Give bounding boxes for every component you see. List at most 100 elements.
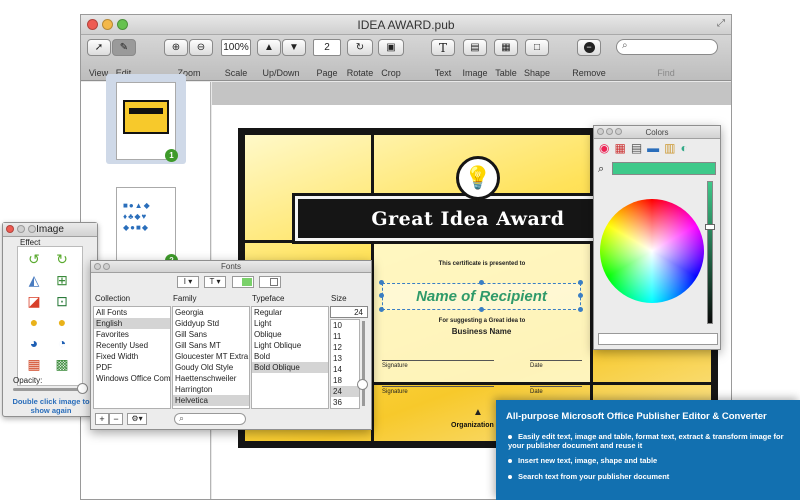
resize-handle[interactable] [379,307,384,312]
scale-field[interactable]: 100% [221,39,251,56]
crayons-mode-icon[interactable]: ▥ [664,141,680,155]
list-item[interactable]: Light [252,318,328,329]
resize-handle[interactable] [379,280,384,285]
insert-shape-button[interactable]: □ [525,39,549,56]
list-item[interactable]: Oblique [252,329,328,340]
list-item[interactable]: Bold Oblique [252,362,328,373]
list-item[interactable]: 11 [331,331,359,342]
minimize-panel-button[interactable] [103,263,110,270]
list-item[interactable]: Helvetica [173,395,249,406]
color-wheel-mode-icon[interactable]: ◉ [599,141,614,155]
remove-collection-button[interactable]: − [109,413,123,425]
size-slider-track[interactable] [362,321,365,406]
color-wheel[interactable] [600,199,704,303]
crop-icon[interactable]: ⊡ [53,292,71,310]
list-item[interactable]: English [94,318,170,329]
page-down-button[interactable]: ▼ [282,39,306,56]
zoom-in-button[interactable]: ⊕ [164,39,188,56]
list-item[interactable]: Recently Used [94,340,170,351]
font-search-input[interactable]: ⌕ [174,413,246,425]
rotate-right-icon[interactable]: ↻ [53,250,71,268]
close-panel-button[interactable] [6,225,14,233]
action-menu-button[interactable]: ⚙▾ [127,413,147,425]
rotate-button[interactable]: ↻ [347,39,373,56]
opacity-slider-thumb[interactable] [77,383,88,394]
insert-image-button[interactable]: ▤ [463,39,487,56]
list-item[interactable]: Goudy Old Style [173,362,249,373]
list-item[interactable]: 13 [331,353,359,364]
view-button[interactable]: ➚ [87,39,111,56]
list-item[interactable]: Regular [252,307,328,318]
grid-add-icon[interactable]: ▩ [53,355,71,373]
rotate-left-icon[interactable]: ↺ [25,250,43,268]
pie-icon[interactable]: ◕ [25,334,43,352]
resize-handle[interactable] [479,280,484,285]
list-item[interactable]: Windows Office Comp [94,373,170,384]
zoom-out-button[interactable]: ⊖ [189,39,213,56]
zoom-panel-button[interactable] [615,128,622,135]
bulb-icon-2[interactable]: ● [53,313,71,331]
list-item[interactable]: Bold [252,351,328,362]
image-palettes-mode-icon[interactable]: ▬ [647,141,664,155]
page-thumbnail-2[interactable]: ■●▲◆♦♣◆♥◆●■◆ 2 [116,187,178,267]
list-item[interactable]: 24 [331,386,359,397]
palettes-mode-icon[interactable]: ▤ [631,141,647,155]
list-item[interactable]: 10 [331,320,359,331]
lightbulb-icon[interactable]: 💡 [456,156,500,200]
fullscreen-icon[interactable]: ⤢ [717,18,725,29]
resize-handle[interactable] [578,293,583,298]
list-item[interactable]: Harrington [173,384,249,395]
color-swap-icon[interactable]: ◪ [25,292,43,310]
business-name[interactable]: Business Name [382,327,581,336]
pie-icon-2[interactable]: ◔ [53,334,71,352]
page-up-button[interactable]: ▲ [257,39,281,56]
current-color-swatch[interactable] [612,162,716,175]
bulb-icon[interactable]: ● [25,313,43,331]
add-collection-button[interactable]: + [95,413,109,425]
resize-handle[interactable] [479,307,484,312]
list-item[interactable]: Gill Sans [173,329,249,340]
document-color-button[interactable] [259,276,281,288]
list-item[interactable]: Gill Sans MT [173,340,249,351]
list-item[interactable]: 36 [331,397,359,408]
award-title[interactable]: Great Idea Award [292,193,644,244]
insert-table-button[interactable]: ▦ [494,39,518,56]
resize-handle[interactable] [379,293,384,298]
minimize-panel-button[interactable] [606,128,613,135]
magnifier-icon[interactable]: ⌕ [598,163,604,176]
list-item[interactable]: Georgia [173,307,249,318]
size-input[interactable]: 24 [330,306,368,318]
list-item[interactable]: 14 [331,364,359,375]
color-swatches-row[interactable] [598,333,718,345]
strikethrough-button[interactable]: T ▾ [204,276,226,288]
insert-text-button[interactable]: T [431,39,455,56]
list-item[interactable]: Giddyup Std [173,318,249,329]
resize-handle[interactable] [578,307,583,312]
minimize-panel-button[interactable] [17,225,25,233]
family-list[interactable]: Georgia Giddyup Std Gill Sans Gill Sans … [172,306,250,409]
page-field[interactable]: 2 [313,39,341,56]
collection-list[interactable]: All Fonts English Favorites Recently Use… [93,306,171,409]
list-item[interactable]: PDF [94,362,170,373]
typeface-list[interactable]: Regular Light Oblique Light Oblique Bold… [251,306,329,409]
list-item[interactable]: Gloucester MT Extra C [173,351,249,362]
grid-icon[interactable]: ▦ [25,355,43,373]
opacity-slider-track[interactable] [13,388,85,391]
suggesting-text[interactable]: For suggesting a Great idea to [374,318,590,324]
spectrum-mode-icon[interactable]: ◐ [681,141,693,155]
text-color-button[interactable] [232,276,254,288]
size-list[interactable]: 10 11 12 13 14 18 24 36 [330,319,360,409]
close-panel-button[interactable] [94,263,101,270]
brightness-slider-thumb[interactable] [705,224,715,230]
list-item[interactable]: Fixed Width [94,351,170,362]
presented-text[interactable]: This certificate is presented to [374,261,590,267]
list-item[interactable]: Light Oblique [252,340,328,351]
brightness-slider[interactable] [707,181,713,324]
list-item[interactable]: 18 [331,375,359,386]
sliders-mode-icon[interactable]: ▦ [614,141,630,155]
flip-horizontal-icon[interactable]: ◭ [25,271,43,289]
remove-button[interactable]: − [577,39,601,56]
list-item[interactable]: Favorites [94,329,170,340]
edit-button[interactable]: ✎ [112,39,136,56]
list-item[interactable]: All Fonts [94,307,170,318]
